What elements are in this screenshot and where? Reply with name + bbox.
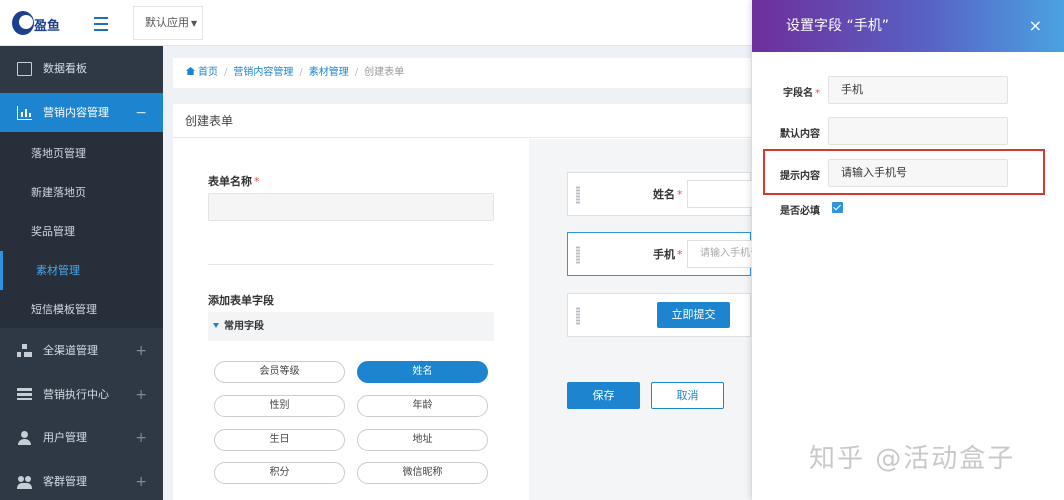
field-chip-gender[interactable]: 性别: [214, 395, 345, 417]
field-label: 姓名 *: [653, 188, 683, 201]
submit-button[interactable]: 立即提交: [657, 302, 730, 328]
sidebar-item-sms-templates[interactable]: 短信模板管理: [0, 290, 163, 329]
submenu: 落地页管理 新建落地页 奖品管理 素材管理 短信模板管理: [0, 132, 163, 328]
breadcrumb-materials[interactable]: 素材管理: [309, 67, 349, 78]
field-chip-birthday[interactable]: 生日: [214, 429, 345, 451]
add-fields-label: 添加表单字段: [208, 294, 274, 307]
sidebar-item-label: 数据看板: [43, 62, 87, 75]
hint-content-input[interactable]: 请输入手机号: [828, 159, 1008, 187]
field-name-input[interactable]: 手机: [828, 76, 1008, 104]
sidebar-item-landing-pages[interactable]: 落地页管理: [0, 134, 163, 173]
group-icon: [17, 475, 32, 489]
home-icon: [186, 67, 195, 75]
app-selector-value: 默认应用: [145, 16, 189, 29]
sidebar: 数据看板 营销内容管理 − 落地页管理 新建落地页 奖品管理 素材管理 短信模板…: [0, 46, 163, 500]
app-logo[interactable]: 盈鱼: [12, 9, 68, 37]
hamburger-icon: [94, 17, 108, 19]
cancel-button[interactable]: 取消: [651, 382, 724, 409]
preview-field-name[interactable]: 姓名 *: [567, 172, 767, 216]
field-chip-age[interactable]: 年龄: [357, 395, 488, 417]
breadcrumb-home[interactable]: 首页: [198, 67, 218, 78]
logo-text: 盈鱼: [34, 19, 61, 34]
page-title: 创建表单: [173, 104, 751, 138]
create-form-panel: 创建表单 表单名称 * 添加表单字段 常用字段 会员等级 姓名 性别 年龄 生日 …: [173, 104, 767, 500]
sidebar-item-label: 用户管理: [43, 431, 87, 444]
sidebar-item-label: 全渠道管理: [43, 344, 98, 357]
field-chip-member-level[interactable]: 会员等级: [214, 361, 345, 383]
chart-icon: [17, 106, 32, 120]
triangle-down-icon: [213, 323, 219, 328]
menu-toggle-button[interactable]: [88, 11, 114, 35]
common-fields-section[interactable]: 常用字段: [208, 312, 494, 341]
drawer-title: 设置字段 “手机”: [786, 18, 889, 34]
sidebar-item-label: 客群管理: [43, 475, 87, 488]
required-checkbox[interactable]: [832, 202, 843, 213]
sidebar-item-new-landing-page[interactable]: 新建落地页: [0, 173, 163, 212]
sidebar-item-users[interactable]: 用户管理 +: [0, 422, 163, 454]
drag-handle-icon[interactable]: [576, 186, 580, 204]
field-chip-address[interactable]: 地址: [357, 429, 488, 451]
app-selector[interactable]: 默认应用 ▼: [133, 6, 203, 40]
save-button[interactable]: 保存: [567, 382, 640, 409]
breadcrumb: 首页 / 营销内容管理 / 素材管理 / 创建表单: [173, 58, 751, 88]
expand-icon[interactable]: +: [135, 466, 147, 498]
field-label: 手机 *: [653, 248, 683, 261]
drag-handle-icon[interactable]: [576, 246, 580, 264]
sidebar-item-omnichannel[interactable]: 全渠道管理 +: [0, 335, 163, 367]
sidebar-item-execution-center[interactable]: 营销执行中心 +: [0, 379, 163, 411]
field-chip-points[interactable]: 积分: [214, 462, 345, 484]
user-icon: [17, 431, 32, 445]
preview-field-phone[interactable]: 手机 * 请输入手机号: [567, 232, 767, 276]
form-name-input[interactable]: [208, 193, 494, 221]
default-content-input[interactable]: [828, 117, 1008, 145]
field-name-label: 字段名 *: [783, 88, 820, 99]
field-chip-name[interactable]: 姓名: [357, 361, 488, 383]
sitemap-icon: [17, 344, 32, 358]
monitor-icon: [17, 62, 32, 76]
form-settings-column: 表单名称 * 添加表单字段 常用字段 会员等级 姓名 性别 年龄 生日 地址 积分…: [173, 139, 529, 500]
field-chip-wechat-nickname[interactable]: 微信昵称: [357, 462, 488, 484]
drag-handle-icon[interactable]: [576, 307, 580, 325]
preview-submit-row: 立即提交: [567, 293, 751, 337]
hint-content-label: 提示内容: [780, 171, 820, 182]
expand-icon[interactable]: +: [135, 379, 147, 411]
sidebar-item-prizes[interactable]: 奖品管理: [0, 212, 163, 251]
expand-icon[interactable]: +: [135, 422, 147, 454]
logo-mark-icon: [12, 11, 34, 35]
sidebar-item-label: 营销内容管理: [43, 106, 109, 119]
divider: [208, 264, 494, 265]
stack-icon: [17, 388, 32, 400]
breadcrumb-marketing-content[interactable]: 营销内容管理: [233, 67, 293, 78]
form-name-label: 表单名称 *: [208, 175, 260, 188]
watermark: 知乎 @活动盒子: [809, 444, 1016, 474]
default-content-label: 默认内容: [780, 129, 820, 140]
sidebar-item-marketing-content[interactable]: 营销内容管理 −: [0, 93, 163, 133]
sidebar-item-label: 营销执行中心: [43, 388, 109, 401]
field-settings-drawer: 设置字段 “手机” × 字段名 * 手机 默认内容 提示内容 请输入手机号 是否必…: [752, 0, 1064, 500]
drawer-header: 设置字段 “手机” ×: [752, 0, 1064, 52]
sidebar-item-segments[interactable]: 客群管理 +: [0, 466, 163, 498]
caret-down-icon: ▼: [191, 19, 198, 28]
close-icon[interactable]: ×: [1029, 0, 1042, 52]
breadcrumb-current: 创建表单: [364, 67, 405, 78]
required-label: 是否必填: [780, 206, 820, 217]
sidebar-item-dashboard[interactable]: 数据看板: [0, 53, 163, 85]
collapse-icon[interactable]: −: [135, 93, 147, 133]
expand-icon[interactable]: +: [135, 335, 147, 367]
sidebar-item-materials[interactable]: 素材管理: [0, 251, 163, 290]
form-preview-column: 姓名 * 手机 * 请输入手机号 立即提交 保存 取消: [529, 139, 767, 500]
